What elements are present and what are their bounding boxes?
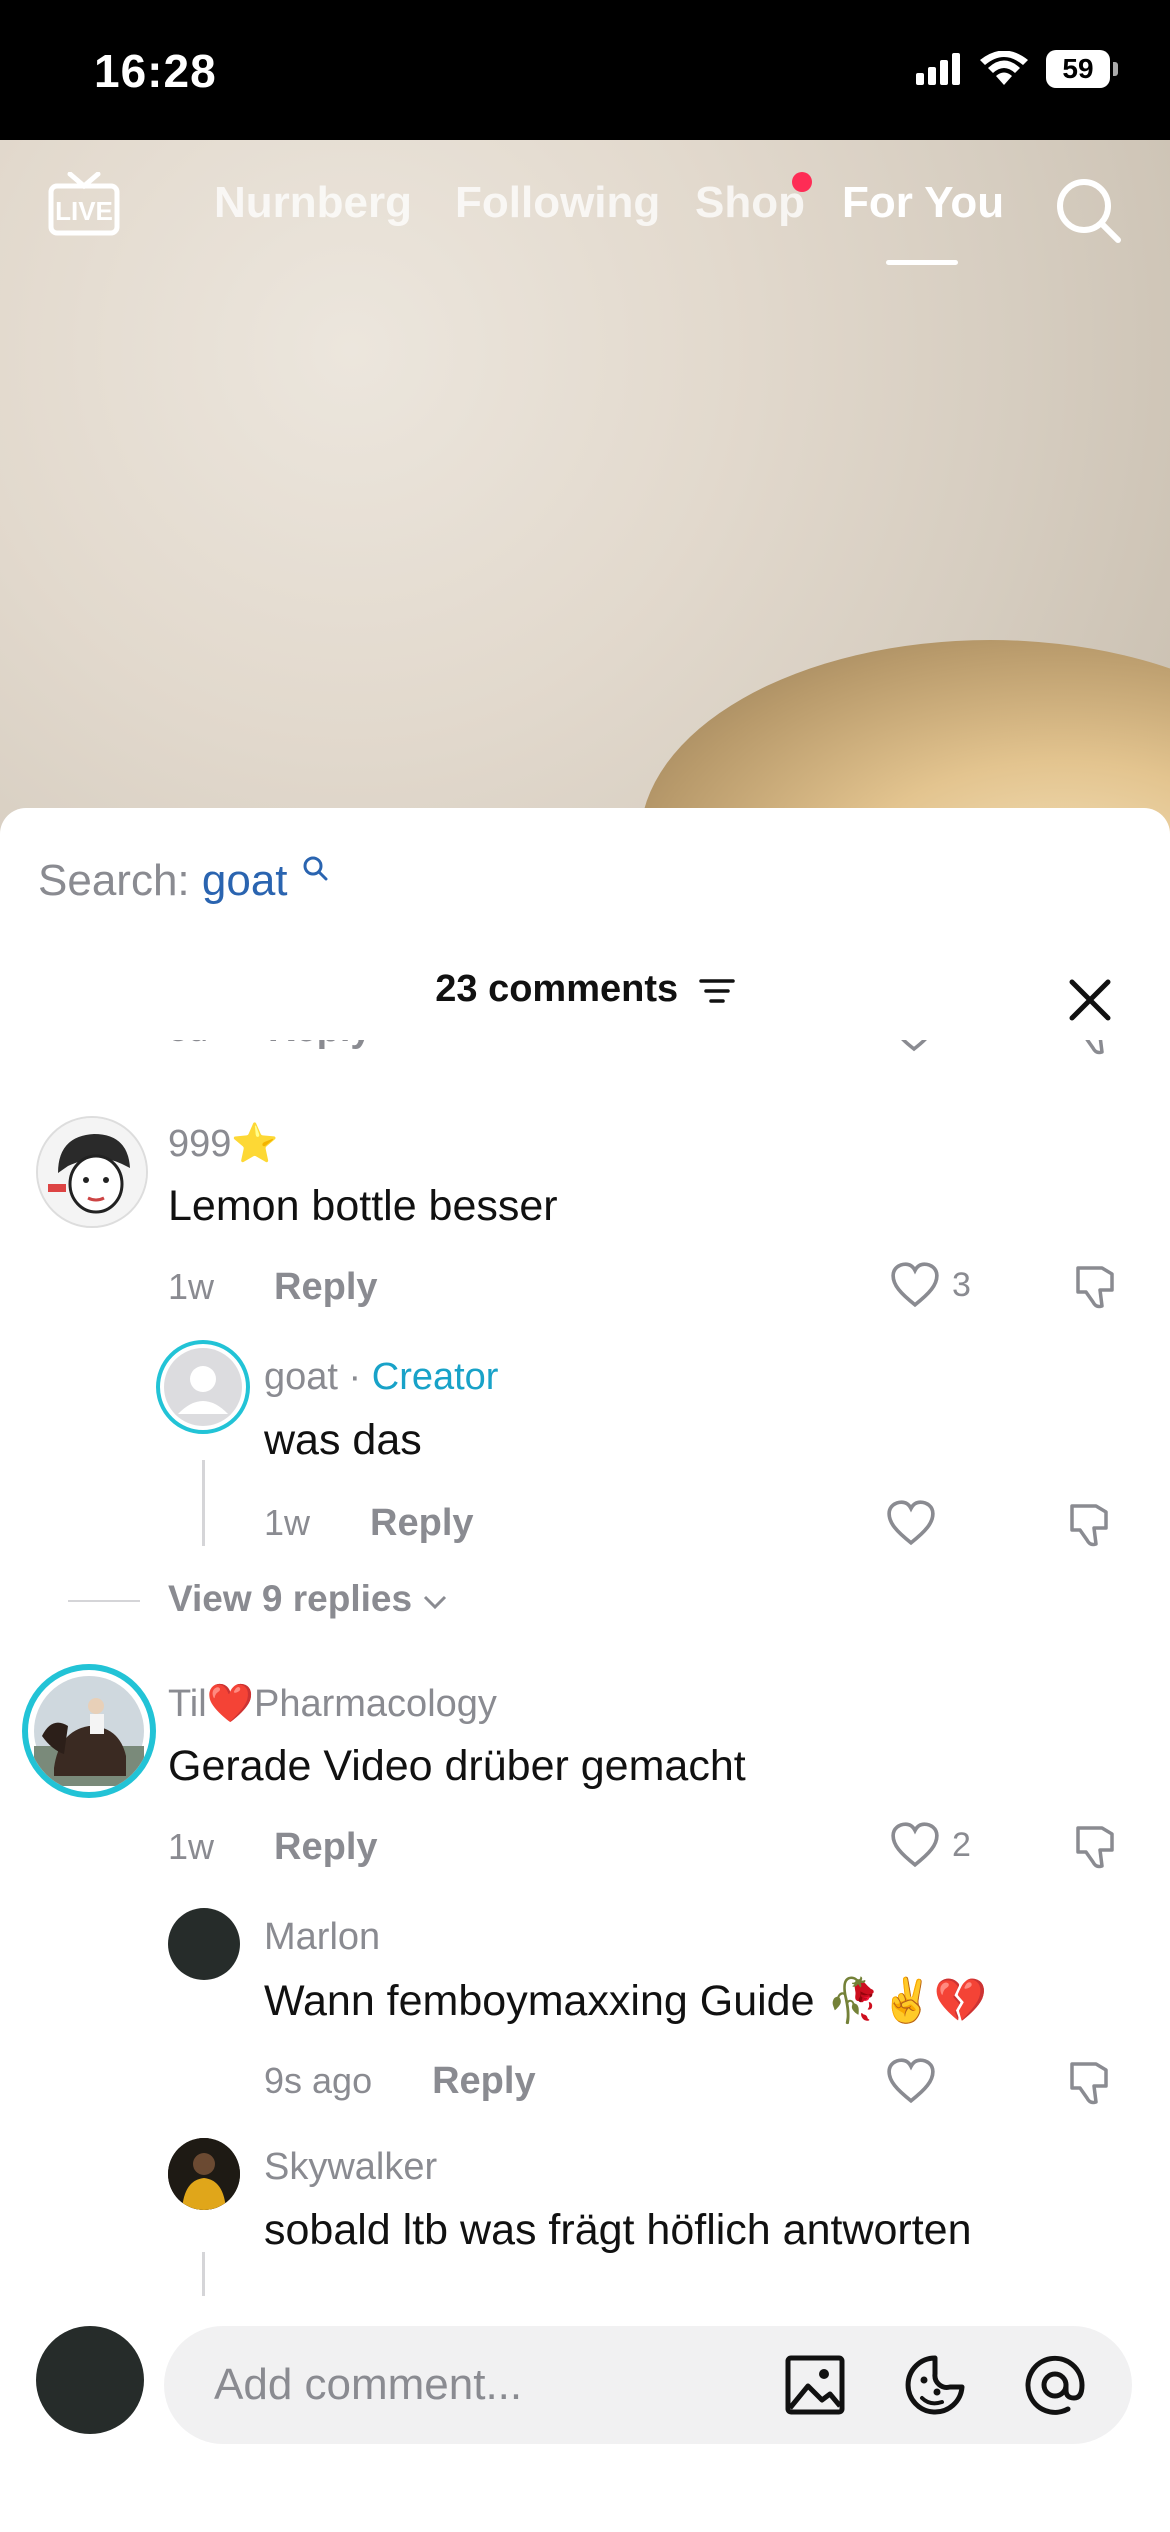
comment-time: 3d: [168, 1040, 208, 1049]
comments-sheet: Search: goat 23 comments 3d Reply: [0, 808, 1170, 2532]
reply-button[interactable]: Reply: [274, 1266, 377, 1308]
status-bar: 16:28 59: [0, 0, 1170, 140]
comment-input[interactable]: Add comment...: [164, 2326, 1132, 2444]
view-replies-label: View 9 replies: [168, 1578, 413, 1619]
comment-username[interactable]: Til❤️Pharmacology: [168, 1682, 497, 1726]
reply-button[interactable]: Reply: [370, 1502, 473, 1544]
creator-badge: Creator: [371, 1356, 499, 1398]
like-button[interactable]: 2: [890, 1822, 971, 1868]
avatar-with-story-ring[interactable]: [22, 1664, 156, 1798]
comment-time: 1w: [168, 1826, 215, 1867]
reply-button[interactable]: Reply: [274, 1826, 377, 1868]
status-time: 16:28: [94, 45, 217, 97]
battery-level: 59: [1062, 53, 1094, 84]
dislike-icon[interactable]: [1066, 1500, 1116, 1548]
comment-meta: 1w Reply: [168, 1266, 378, 1309]
search-icon[interactable]: [1054, 176, 1124, 246]
comments-header: 23 comments: [0, 968, 1170, 1011]
status-icons: 59: [916, 50, 1118, 88]
comments-list[interactable]: 3dReply 999⭐ Lemon bottle besser 1wRep: [0, 1040, 1170, 2110]
active-tab-indicator: [886, 260, 958, 265]
reply-meta: 9s ago Reply: [264, 2060, 536, 2103]
reply-username[interactable]: Marlon: [264, 1916, 380, 1959]
avatar-horse-image: [34, 1676, 144, 1786]
video-player[interactable]: [0, 140, 1170, 840]
comment-text: Gerade Video drüber gemacht: [168, 1742, 746, 1790]
live-icon[interactable]: LIVE: [48, 172, 120, 236]
dislike-icon[interactable]: [1072, 1822, 1122, 1870]
mention-icon[interactable]: [1024, 2354, 1086, 2416]
comment-meta: 3d Reply: [168, 1040, 372, 1051]
search-query[interactable]: goat: [202, 856, 288, 905]
thread-line: [202, 2252, 205, 2300]
like-count: 3: [952, 1265, 971, 1304]
like-button[interactable]: 3: [890, 1262, 971, 1308]
view-replies-button[interactable]: View 9 replies: [67, 1578, 448, 1620]
search-prefix: Search:: [38, 856, 190, 905]
comments-count: 23 comments: [435, 968, 679, 1010]
battery-icon: 59: [1046, 50, 1118, 88]
avatar-person-image: [168, 2138, 240, 2210]
reply-time: 1w: [264, 1502, 311, 1543]
comment-time: 1w: [168, 1266, 215, 1307]
heart-icon[interactable]: [890, 1040, 938, 1052]
reply-username-text[interactable]: goat: [264, 1356, 338, 1398]
comment-username[interactable]: 999⭐: [168, 1122, 279, 1166]
search-suggestion[interactable]: Search: goat: [38, 856, 328, 906]
tab-nurnberg[interactable]: Nurnberg: [214, 178, 412, 228]
thread-line: [202, 1460, 205, 1546]
reply-avatar[interactable]: [168, 2138, 240, 2210]
my-avatar: [36, 2326, 144, 2434]
shop-notification-dot: [792, 172, 812, 192]
comment-text: Lemon bottle besser: [168, 1182, 558, 1230]
dislike-icon[interactable]: [1072, 1262, 1122, 1310]
avatar-wojak-image: [38, 1118, 146, 1226]
creator-avatar[interactable]: [156, 1340, 250, 1434]
comment-input-placeholder: Add comment...: [214, 2360, 523, 2409]
signal-icon: [916, 53, 960, 85]
dislike-icon[interactable]: [1066, 2058, 1116, 2106]
image-icon[interactable]: [784, 2354, 846, 2416]
reply-button[interactable]: Reply: [268, 1040, 371, 1050]
heart-icon: [891, 1822, 939, 1868]
emoji-icon[interactable]: [904, 2354, 966, 2416]
reply-meta: 1w Reply: [264, 1502, 474, 1545]
reply-button[interactable]: Reply: [432, 2060, 535, 2102]
reply-username: goat · Creator: [264, 1356, 498, 1399]
heart-icon[interactable]: [886, 1500, 936, 1546]
reply-avatar[interactable]: [168, 1908, 240, 1980]
wifi-icon: [980, 51, 1028, 85]
badge-separator: ·: [337, 1356, 372, 1398]
chevron-down-icon: [424, 1595, 447, 1610]
heart-icon: [891, 1262, 939, 1308]
tab-following[interactable]: Following: [455, 178, 660, 228]
comment-meta: 1w Reply: [168, 1826, 378, 1869]
live-label: LIVE: [55, 196, 113, 226]
default-avatar-icon: [164, 1348, 242, 1426]
tab-shop[interactable]: Shop: [695, 178, 805, 228]
avatar[interactable]: [36, 1116, 148, 1228]
reply-text: was das: [264, 1416, 422, 1464]
like-count: 2: [952, 1825, 971, 1864]
dislike-icon[interactable]: [1072, 1040, 1122, 1056]
heart-icon[interactable]: [886, 2058, 936, 2104]
comment-composer: Add comment...: [0, 2296, 1170, 2532]
tab-for-you[interactable]: For You: [842, 178, 1004, 228]
reply-username[interactable]: Skywalker: [264, 2146, 437, 2189]
reply-text: sobald ltb was frägt höflich antworten: [264, 2206, 972, 2254]
close-icon[interactable]: [1066, 976, 1114, 1024]
reply-text: Wann femboymaxxing Guide 🥀✌️💔: [264, 1977, 988, 2025]
sort-icon[interactable]: [698, 976, 735, 1006]
search-small-icon: [303, 856, 328, 881]
reply-time: 9s ago: [264, 2060, 373, 2101]
